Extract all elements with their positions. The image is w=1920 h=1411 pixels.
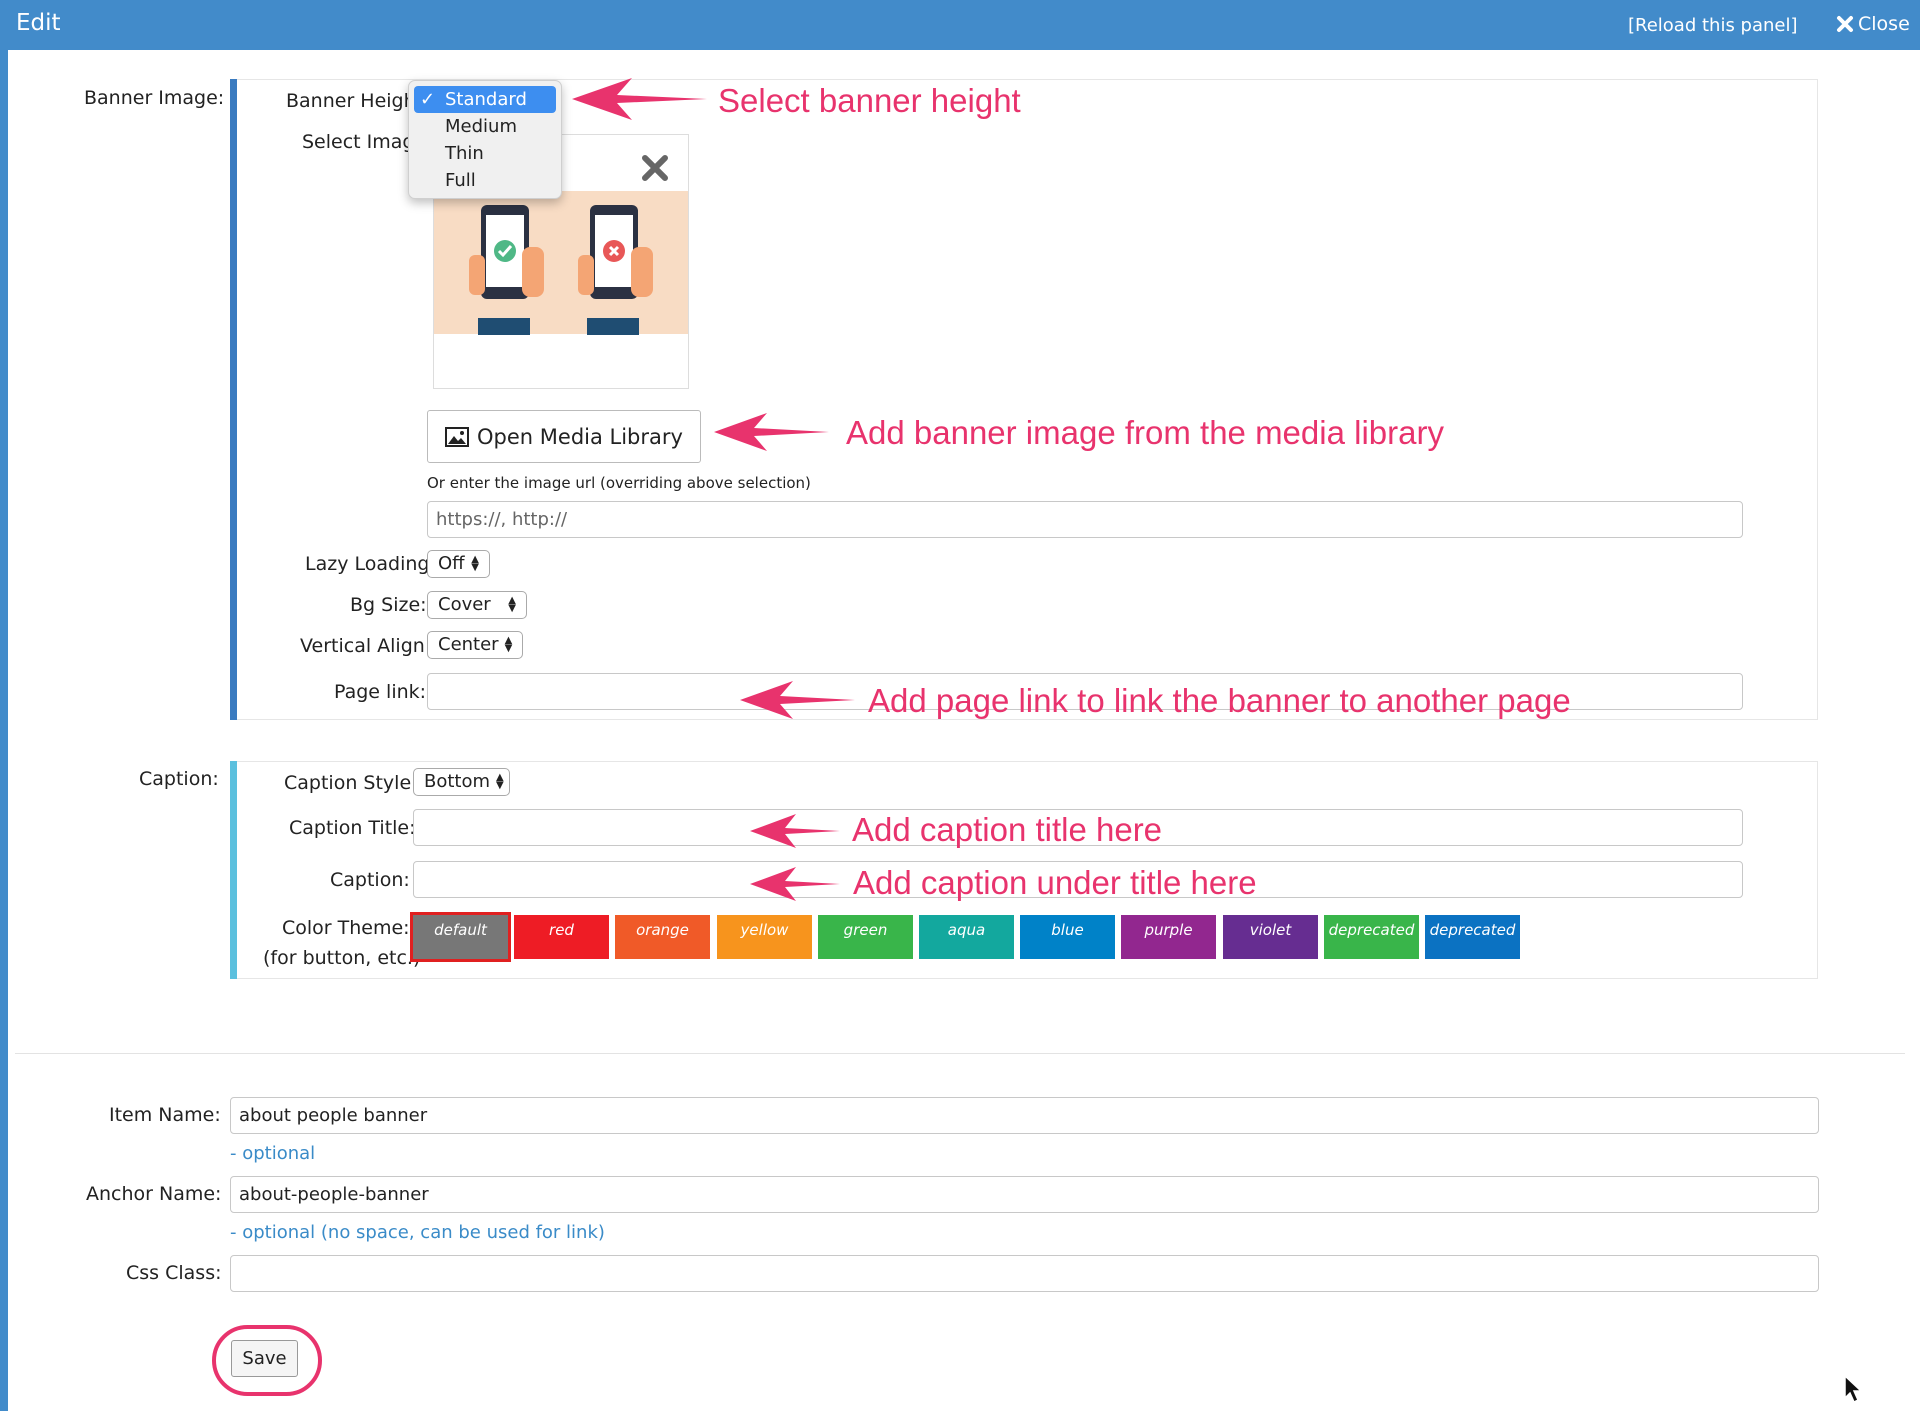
annotation-caption-title: Add caption title here	[852, 811, 1163, 848]
anchor-name-input[interactable]: about-people-banner	[230, 1176, 1819, 1213]
select-arrows-icon: ▲ ▼	[508, 595, 516, 614]
banner-section-label: Banner Image:	[84, 87, 225, 109]
vertical-align-label: Vertical Align:	[300, 635, 432, 657]
caption-section-label: Caption:	[139, 768, 219, 790]
caption-title-label: Caption Title:	[289, 817, 416, 839]
close-icon	[1837, 16, 1853, 32]
annotation-arrow-icon	[750, 814, 840, 848]
color-theme-green[interactable]: green	[818, 915, 913, 959]
color-theme-default[interactable]: default	[410, 912, 511, 962]
color-theme-purple[interactable]: purple	[1121, 915, 1216, 959]
annotation-page-link: Add page link to link the banner to anot…	[868, 682, 1571, 719]
annotation-arrow-icon	[740, 681, 855, 719]
checkmark-icon: ✓	[420, 89, 436, 110]
color-theme-yellow[interactable]: yellow	[717, 915, 812, 959]
reload-panel-link[interactable]: [Reload this panel]	[1628, 15, 1798, 36]
mouse-cursor-icon	[1844, 1374, 1863, 1404]
caption-style-label: Caption Style:	[284, 772, 418, 794]
color-theme-orange[interactable]: orange	[615, 915, 710, 959]
anchor-name-hint: - optional (no space, can be used for li…	[230, 1222, 605, 1243]
annotation-arrow-icon	[750, 867, 840, 901]
css-class-label: Css Class:	[126, 1262, 222, 1284]
annotation-arrow-icon	[572, 78, 707, 120]
banner-section-bar	[230, 79, 237, 720]
annotation-height: Select banner height	[718, 82, 1021, 119]
item-name-label: Item Name:	[109, 1104, 221, 1126]
lazy-loading-label: Lazy Loading	[305, 553, 430, 575]
bg-size-select[interactable]: Cover ▲ ▼	[427, 591, 527, 619]
color-theme-red[interactable]: red	[514, 915, 609, 959]
color-theme-sublabel: (for button, etc.)	[263, 947, 421, 969]
color-theme-blue[interactable]: blue	[1020, 915, 1115, 959]
close-label: Close	[1858, 13, 1910, 35]
item-name-input[interactable]: about people banner	[230, 1097, 1819, 1134]
save-button[interactable]: Save	[231, 1340, 298, 1377]
banner-height-label: Banner Height	[286, 90, 424, 112]
item-name-hint: - optional	[230, 1143, 316, 1164]
color-theme-deprecated[interactable]: deprecated	[1324, 915, 1419, 959]
window-title: Edit	[16, 10, 61, 36]
annotation-arrow-icon	[714, 413, 829, 451]
height-option-medium[interactable]: Medium	[409, 113, 561, 140]
color-theme-label: Color Theme:	[282, 917, 410, 939]
color-theme-deprecated[interactable]: deprecated	[1425, 915, 1520, 959]
banner-height-dropdown[interactable]: ✓ Standard Medium Thin Full	[408, 80, 562, 199]
page-link-label: Page link:	[334, 681, 427, 703]
image-icon	[445, 426, 470, 447]
url-hint: Or enter the image url (overriding above…	[427, 474, 811, 492]
color-theme-aqua[interactable]: aqua	[919, 915, 1014, 959]
css-class-input[interactable]	[230, 1255, 1819, 1292]
vertical-align-select[interactable]: Center ▲ ▼	[427, 631, 523, 659]
select-arrows-icon: ▲ ▼	[471, 554, 479, 573]
open-media-library-button[interactable]: Open Media Library	[427, 410, 701, 463]
select-arrows-icon: ▲ ▼	[496, 772, 504, 791]
caption-label: Caption:	[330, 869, 410, 891]
close-button[interactable]: Close	[1836, 13, 1910, 35]
annotation-media: Add banner image from the media library	[846, 414, 1444, 451]
left-edge-strip	[0, 50, 8, 1411]
lazy-loading-select[interactable]: Off ▲ ▼	[427, 550, 490, 578]
divider	[15, 1053, 1905, 1054]
anchor-name-label: Anchor Name:	[86, 1183, 222, 1205]
bg-size-label: Bg Size:	[350, 594, 427, 616]
select-arrows-icon: ▲ ▼	[504, 635, 513, 654]
caption-style-select[interactable]: Bottom ▲ ▼	[413, 768, 510, 796]
color-theme-violet[interactable]: violet	[1223, 915, 1318, 959]
image-url-input[interactable]: https://, http://	[427, 501, 1743, 538]
height-option-thin[interactable]: Thin	[409, 140, 561, 167]
remove-image-icon[interactable]	[640, 153, 670, 183]
title-bar: Edit [Reload this panel] Close	[0, 0, 1920, 50]
annotation-caption: Add caption under title here	[853, 864, 1257, 901]
height-option-full[interactable]: Full	[409, 167, 561, 194]
caption-section-bar	[230, 761, 237, 979]
height-option-standard[interactable]: ✓ Standard	[414, 86, 556, 113]
